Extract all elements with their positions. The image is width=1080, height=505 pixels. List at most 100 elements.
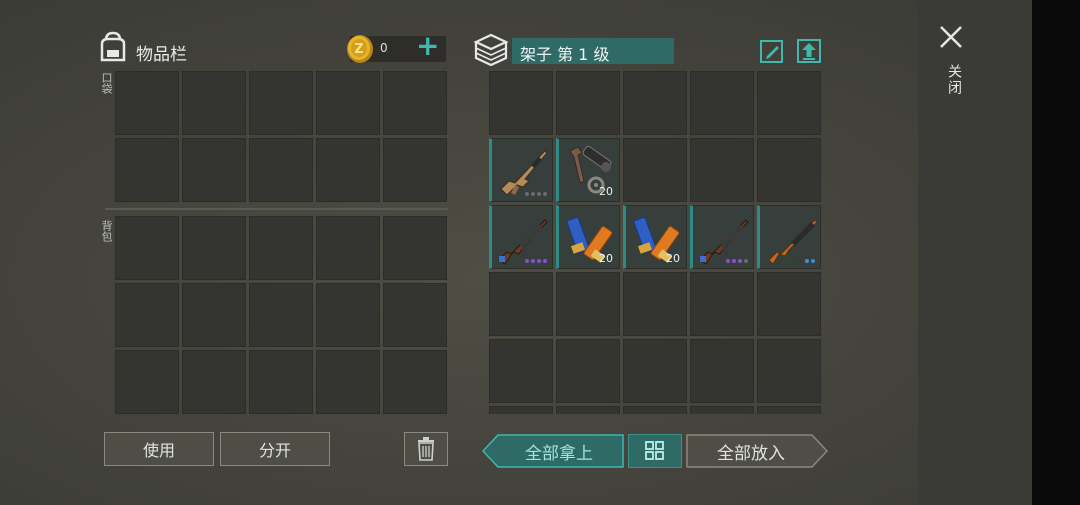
- shelf-title: 架子 第 1 级: [520, 45, 610, 64]
- durability-dot: [525, 259, 529, 263]
- durability-dot: [793, 259, 797, 263]
- durability-dot: [744, 259, 748, 263]
- close-icon[interactable]: [936, 22, 966, 52]
- backpack-slot[interactable]: [316, 216, 380, 280]
- shelf-item-slot[interactable]: [489, 138, 553, 202]
- shelf-slot[interactable]: [489, 339, 553, 403]
- assault-rifle-tan-icon: [500, 150, 548, 196]
- shelf-item-slot[interactable]: [690, 205, 754, 269]
- upload-icon[interactable]: [796, 38, 822, 64]
- durability-dot: [537, 192, 541, 196]
- backpack-slot[interactable]: [182, 283, 246, 347]
- shelf-slot[interactable]: [489, 406, 553, 414]
- shelf-slot[interactable]: [623, 71, 687, 135]
- shelf-slot[interactable]: [690, 339, 754, 403]
- shelf-slot[interactable]: [690, 138, 754, 202]
- screen-edge: [1032, 0, 1080, 505]
- shelf-slot[interactable]: [757, 272, 821, 336]
- add-coins-button[interactable]: +: [416, 32, 439, 60]
- backpack-slot[interactable]: [383, 350, 447, 414]
- shelf-slot[interactable]: [690, 71, 754, 135]
- trash-button[interactable]: [404, 432, 448, 466]
- durability-dot: [543, 192, 547, 196]
- pocket-slot[interactable]: [115, 138, 179, 202]
- durability-dot: [811, 259, 815, 263]
- shelf-item-slot[interactable]: 20: [623, 205, 687, 269]
- durability-dot: [543, 259, 547, 263]
- take-all-button[interactable]: 全部拿上: [482, 434, 624, 468]
- backpack-slot[interactable]: [182, 216, 246, 280]
- close-label[interactable]: 关闭: [944, 64, 964, 96]
- shelf-slot[interactable]: [757, 406, 821, 414]
- shelf-slot[interactable]: [690, 272, 754, 336]
- backpack-slot[interactable]: [249, 216, 313, 280]
- shelf-slot[interactable]: [757, 339, 821, 403]
- durability-dots: [793, 259, 815, 263]
- pocket-slot[interactable]: [182, 138, 246, 202]
- shelf-icon: [473, 33, 509, 66]
- backpack-slot[interactable]: [249, 350, 313, 414]
- shelf-item-slot[interactable]: 20: [556, 138, 620, 202]
- durability-dots: [525, 192, 547, 196]
- backpack-slot[interactable]: [316, 283, 380, 347]
- item-quantity: 20: [599, 252, 613, 265]
- hunting-rifle-icon: [768, 219, 818, 265]
- shelf-item-slot[interactable]: 20: [556, 205, 620, 269]
- split-button[interactable]: 分开: [220, 432, 330, 466]
- durability-dot: [525, 192, 529, 196]
- shelf-slot[interactable]: [690, 406, 754, 414]
- svg-text:Z: Z: [354, 42, 363, 57]
- pocket-slot[interactable]: [249, 71, 313, 135]
- durability-dot: [726, 259, 730, 263]
- durability-dot: [799, 259, 803, 263]
- shelf-slot[interactable]: [623, 339, 687, 403]
- backpack-slot[interactable]: [115, 283, 179, 347]
- shelf-slot[interactable]: [623, 138, 687, 202]
- durability-dots: [525, 259, 547, 263]
- shelf-slot[interactable]: [757, 138, 821, 202]
- pocket-slot[interactable]: [316, 71, 380, 135]
- durability-dot: [805, 259, 809, 263]
- shelf-slot[interactable]: [623, 272, 687, 336]
- shelf-slot[interactable]: [556, 272, 620, 336]
- shelf-slot[interactable]: [489, 272, 553, 336]
- backpack-slot[interactable]: [249, 283, 313, 347]
- shelf-slot[interactable]: [489, 71, 553, 135]
- rename-edit-icon[interactable]: [759, 38, 785, 64]
- ak-rifle-icon: [699, 219, 749, 265]
- shelf-slot[interactable]: [757, 71, 821, 135]
- zed-coin-icon: Z: [347, 35, 373, 63]
- shelf-slot[interactable]: [623, 406, 687, 414]
- put-all-button[interactable]: 全部放入: [686, 434, 828, 468]
- backpack-icon: [100, 31, 126, 62]
- shelf-item-slot[interactable]: [489, 205, 553, 269]
- use-button[interactable]: 使用: [104, 432, 214, 466]
- durability-dot: [537, 259, 541, 263]
- sort-grid-button[interactable]: [628, 434, 682, 468]
- backpack-slot[interactable]: [383, 216, 447, 280]
- pocket-slot[interactable]: [383, 138, 447, 202]
- shelf-item-slot[interactable]: [757, 205, 821, 269]
- backpack-slot[interactable]: [182, 350, 246, 414]
- pocket-slot[interactable]: [182, 71, 246, 135]
- pocket-slot[interactable]: [316, 138, 380, 202]
- shelf-slot[interactable]: [556, 71, 620, 135]
- backpack-slot[interactable]: [115, 350, 179, 414]
- durability-dot: [531, 259, 535, 263]
- item-quantity: 20: [599, 185, 613, 198]
- put-all-label: 全部放入: [717, 443, 785, 464]
- backpack-label: 背包: [100, 220, 113, 242]
- shelf-slot[interactable]: [556, 339, 620, 403]
- backpack-slot[interactable]: [115, 216, 179, 280]
- backpack-grid: [115, 216, 447, 414]
- ak-rifle-icon: [498, 219, 548, 265]
- item-quantity: 20: [666, 252, 680, 265]
- shelf-slot[interactable]: [556, 406, 620, 414]
- pocket-slot[interactable]: [115, 71, 179, 135]
- pocket-slot[interactable]: [383, 71, 447, 135]
- side-panel-strip: [918, 0, 1032, 505]
- pocket-slot[interactable]: [249, 138, 313, 202]
- backpack-slot[interactable]: [316, 350, 380, 414]
- pockets-label: 口袋: [100, 72, 113, 94]
- backpack-slot[interactable]: [383, 283, 447, 347]
